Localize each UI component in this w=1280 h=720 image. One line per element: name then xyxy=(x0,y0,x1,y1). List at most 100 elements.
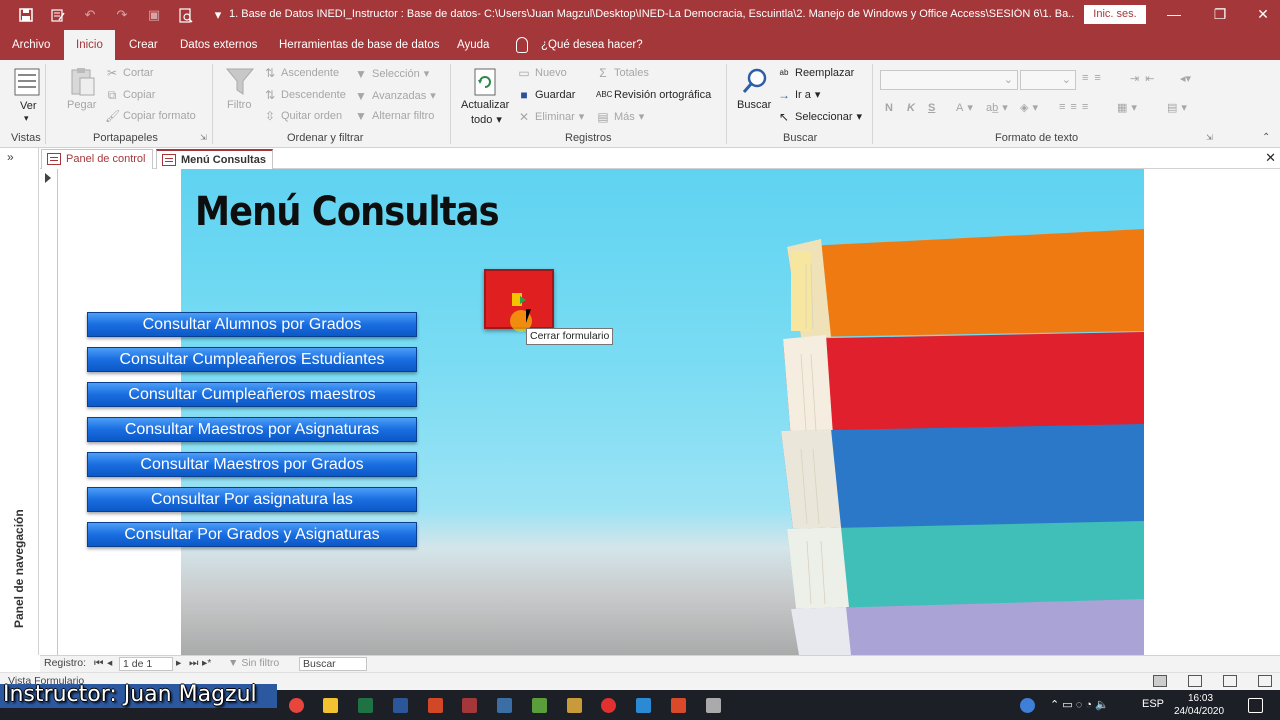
format-painter-button[interactable]: 🖌 Copiar formato xyxy=(105,110,196,122)
font-color-button[interactable]: A ▾ xyxy=(956,101,973,115)
font-size-dropdown[interactable]: ⌄ xyxy=(1020,70,1076,90)
filter-icon[interactable] xyxy=(224,66,256,98)
close-window-icon[interactable]: ✕ xyxy=(1252,4,1274,24)
more-button[interactable]: ▤ Más ▾ xyxy=(596,110,644,124)
font-name-dropdown[interactable]: ⌄ xyxy=(880,70,1018,90)
view-toggle-icon[interactable]: ▣ xyxy=(144,6,164,24)
app-icon[interactable] xyxy=(567,698,582,713)
search-icon[interactable] xyxy=(740,66,772,98)
undo-icon[interactable]: ↶ xyxy=(80,6,100,24)
view-button[interactable]: Ver xyxy=(20,100,37,112)
access-icon[interactable] xyxy=(462,698,477,713)
datasheet-view-icon[interactable] xyxy=(1188,675,1202,687)
tray-icons[interactable]: ⌃ ▭ ◌ ◔ 🔈 xyxy=(1050,698,1109,711)
list-buttons[interactable]: ≡≡ xyxy=(1082,72,1107,84)
app-icon[interactable] xyxy=(706,698,721,713)
record-icon[interactable] xyxy=(601,698,616,713)
close-tab-icon[interactable]: ✕ xyxy=(1265,150,1276,166)
highlight-button[interactable]: ab̲ ▾ xyxy=(986,101,1008,115)
doc-tab-menu-consultas[interactable]: Menú Consultas xyxy=(156,149,273,169)
view-dropdown-icon[interactable]: ▾ xyxy=(24,113,29,124)
view-icon[interactable] xyxy=(12,66,44,98)
design-view-icon[interactable] xyxy=(1258,675,1272,687)
delete-record-button[interactable]: ✕ Eliminar ▾ xyxy=(517,110,584,124)
advanced-button[interactable]: ▼ Avanzadas ▾ xyxy=(354,89,436,103)
btn-cumpleaneros-maestros[interactable]: Consultar Cumpleañeros maestros xyxy=(87,382,417,407)
filter-button[interactable]: Filtro xyxy=(227,99,251,111)
sort-descending-button[interactable]: ⇅ Descendente xyxy=(263,89,346,101)
dialog-launcher-icon[interactable]: ⇲ xyxy=(200,133,207,142)
find-button[interactable]: Buscar xyxy=(737,99,771,111)
expand-nav-icon[interactable]: » xyxy=(7,150,14,164)
next-record-icon[interactable]: ▸ xyxy=(176,657,181,669)
underline-button[interactable]: S xyxy=(928,102,935,114)
help-icon[interactable] xyxy=(1020,698,1035,713)
redo-icon[interactable]: ↷ xyxy=(112,6,132,24)
app-icon[interactable] xyxy=(636,698,651,713)
btn-por-grados-asignaturas[interactable]: Consultar Por Grados y Asignaturas xyxy=(87,522,417,547)
prev-record-icon[interactable]: ◂ xyxy=(107,657,112,669)
alternate-row-color-button[interactable]: ▤ ▾ xyxy=(1167,101,1187,114)
language-indicator[interactable]: ESP xyxy=(1142,698,1164,710)
form-icon[interactable] xyxy=(48,6,68,24)
fill-color-button[interactable]: ◈ ▾ xyxy=(1020,101,1038,114)
paragraph-direction-icon[interactable]: ◂▾ xyxy=(1180,72,1191,85)
tell-me-box[interactable]: ¿Qué desea hacer? xyxy=(541,30,643,60)
btn-cumpleaneros-estudiantes[interactable]: Consultar Cumpleañeros Estudiantes xyxy=(87,347,417,372)
remove-sort-button[interactable]: ⇳ Quitar orden xyxy=(263,110,342,122)
app-icon[interactable] xyxy=(532,698,547,713)
italic-button[interactable]: K xyxy=(907,102,915,114)
cut-button[interactable]: ✂ Cortar xyxy=(105,67,154,79)
btn-alumnos-por-grados[interactable]: Consultar Alumnos por Grados xyxy=(87,312,417,337)
tab-inicio[interactable]: Inicio xyxy=(64,30,115,60)
record-position-field[interactable]: 1 de 1 xyxy=(119,657,173,671)
new-record-nav-icon[interactable]: ▸* xyxy=(202,657,211,669)
collapse-ribbon-icon[interactable]: ⌃ xyxy=(1262,132,1270,143)
app-icon[interactable] xyxy=(671,698,686,713)
doc-tab-panel-control[interactable]: Panel de control xyxy=(41,149,153,169)
form-view-icon[interactable] xyxy=(1153,675,1167,687)
align-buttons[interactable]: ≡≡≡ xyxy=(1059,101,1093,113)
replace-button[interactable]: ab Reemplazar xyxy=(777,67,855,79)
app-icon[interactable] xyxy=(497,698,512,713)
refresh-all-button[interactable]: Actualizar xyxy=(461,99,509,111)
navigation-pane-label[interactable]: Panel de navegación xyxy=(12,509,26,628)
sort-ascending-button[interactable]: ⇅ Ascendente xyxy=(263,67,339,79)
excel-icon[interactable] xyxy=(358,698,373,713)
last-record-icon[interactable]: ⏭ xyxy=(189,657,198,670)
layout-view-icon[interactable] xyxy=(1223,675,1237,687)
powerpoint-icon[interactable] xyxy=(428,698,443,713)
new-record-button[interactable]: ▭ Nuevo xyxy=(517,67,566,79)
first-record-icon[interactable]: ⏮ xyxy=(94,657,103,670)
filter-status[interactable]: ▼ Sin filtro xyxy=(228,657,279,669)
record-selector[interactable] xyxy=(40,169,58,655)
minimize-icon[interactable]: — xyxy=(1163,4,1185,24)
tab-herramientas[interactable]: Herramientas de base de datos xyxy=(279,30,439,60)
btn-por-asignatura[interactable]: Consultar Por asignatura las xyxy=(87,487,417,512)
goto-button[interactable]: → Ir a ▾ xyxy=(777,88,820,102)
print-preview-icon[interactable] xyxy=(176,6,196,24)
restore-icon[interactable]: ❐ xyxy=(1209,4,1231,24)
save-icon[interactable] xyxy=(16,6,36,24)
save-record-button[interactable]: ■ Guardar xyxy=(517,89,575,101)
notifications-icon[interactable] xyxy=(1248,698,1263,713)
clock-date[interactable]: 24/04/2020 xyxy=(1174,706,1224,717)
tab-archivo[interactable]: Archivo xyxy=(12,30,50,60)
totals-button[interactable]: Σ Totales xyxy=(596,67,649,79)
word-icon[interactable] xyxy=(393,698,408,713)
bold-button[interactable]: N xyxy=(885,102,893,114)
tab-crear[interactable]: Crear xyxy=(129,30,158,60)
paste-icon[interactable] xyxy=(66,66,98,98)
signin-button[interactable]: Inic. ses. xyxy=(1084,5,1146,24)
select-button[interactable]: ↖ Seleccionar ▾ xyxy=(777,110,862,124)
selection-button[interactable]: ▼ Selección ▾ xyxy=(354,67,429,81)
spelling-button[interactable]: ABC Revisión ortográfica xyxy=(596,89,711,101)
toggle-filter-button[interactable]: ▼ Alternar filtro xyxy=(354,110,434,122)
customize-qat-icon[interactable]: ▾ xyxy=(208,6,228,24)
record-search-box[interactable]: Buscar xyxy=(299,657,367,671)
refresh-icon[interactable] xyxy=(470,66,502,98)
clock-time[interactable]: 16:03 xyxy=(1188,693,1213,704)
gridlines-button[interactable]: ▦ ▾ xyxy=(1117,101,1137,114)
refresh-all-sub[interactable]: todo ▾ xyxy=(471,113,502,127)
file-explorer-icon[interactable] xyxy=(323,698,338,713)
